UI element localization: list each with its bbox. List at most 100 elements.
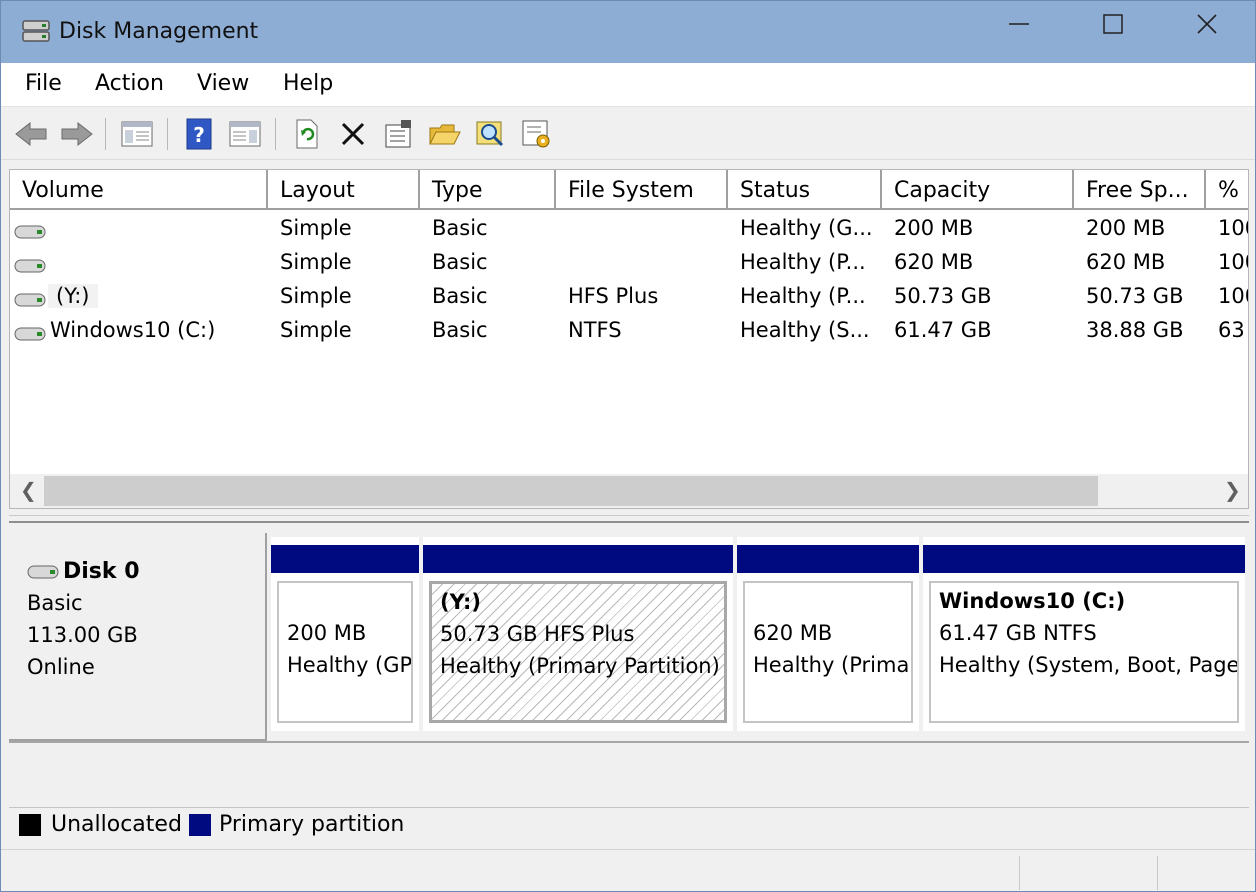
volume-icon: [14, 323, 46, 347]
horizontal-scrollbar[interactable]: ❮ ❯: [10, 474, 1248, 508]
open-icon: [429, 124, 461, 145]
show-action-pane-icon: [229, 121, 261, 147]
settings-button[interactable]: [519, 116, 555, 152]
legend: Unallocated Primary partition: [9, 807, 1249, 843]
menu-view[interactable]: View: [191, 71, 255, 96]
column-header-percent-free[interactable]: % F: [1206, 170, 1248, 210]
cell-type: Basic: [432, 284, 488, 308]
partition-body: 200 MB Healthy (GPT Protective Partition…: [277, 581, 413, 723]
explore-button[interactable]: [473, 116, 509, 152]
cell-status: Healthy (S...: [740, 318, 870, 342]
cell-free-space: 38.88 GB: [1086, 318, 1184, 342]
column-header-status[interactable]: Status: [728, 170, 882, 210]
cell-percent-free: 100: [1218, 216, 1248, 240]
menu-file[interactable]: File: [19, 71, 68, 96]
column-header-type[interactable]: Type: [420, 170, 556, 210]
back-icon: [15, 121, 47, 147]
title-bar: Disk Management: [1, 1, 1255, 63]
cell-status: Healthy (P...: [740, 250, 866, 274]
disk-name: Disk 0: [63, 559, 140, 584]
partition-size: 200 MB: [287, 621, 367, 645]
cell-file-system: HFS Plus: [568, 284, 659, 308]
column-header-free-space[interactable]: Free Sp...: [1074, 170, 1206, 210]
cell-type: Basic: [432, 318, 488, 342]
column-header-capacity[interactable]: Capacity: [882, 170, 1074, 210]
toolbar-separator: [105, 118, 106, 150]
table-row[interactable]: Simple Basic Healthy (G... 200 MB 200 MB…: [10, 212, 1248, 246]
forward-icon: [61, 121, 93, 147]
delete-button[interactable]: [335, 116, 371, 152]
partition-size: 50.73 GB HFS Plus: [440, 622, 635, 646]
partition-type-bar: [923, 545, 1245, 573]
cell-layout: Simple: [280, 318, 352, 342]
cell-free-space: 620 MB: [1086, 250, 1166, 274]
scrollbar-thumb[interactable]: [44, 476, 1098, 506]
svg-text:?: ?: [193, 123, 205, 147]
cell-type: Basic: [432, 216, 488, 240]
partition-block[interactable]: 200 MB Healthy (GPT Protective Partition…: [271, 537, 423, 731]
disk-row-divider: [9, 741, 1249, 743]
status-bar: [1, 849, 1255, 891]
show-hide-console-tree-icon: [121, 121, 153, 147]
column-header-volume[interactable]: Volume: [10, 170, 268, 210]
column-header-file-system[interactable]: File System: [556, 170, 728, 210]
partition-status: Healthy (Primary Partition): [440, 654, 720, 678]
volume-list: Volume Layout Type File System Status Ca…: [9, 169, 1249, 509]
cell-capacity: 200 MB: [894, 216, 974, 240]
cell-status: Healthy (P...: [740, 284, 866, 308]
maximize-button[interactable]: [1067, 1, 1159, 47]
partition-title: (Y:): [440, 590, 481, 614]
toolbar-separator: [275, 118, 276, 150]
partition-size: 620 MB: [753, 621, 833, 645]
disk-management-window: Disk Management File Action View Help ?: [0, 0, 1256, 892]
status-bar-separator: [1157, 856, 1158, 890]
menu-bar: File Action View Help: [1, 63, 1255, 107]
explore-icon: [476, 121, 504, 147]
show-hide-console-tree-button[interactable]: [119, 116, 155, 152]
partition-status: Healthy (System, Boot, Page File): [939, 653, 1239, 677]
properties-button[interactable]: [381, 116, 417, 152]
scroll-right-icon[interactable]: ❯: [1224, 478, 1241, 502]
cell-capacity: 50.73 GB: [894, 284, 992, 308]
forward-button[interactable]: [59, 116, 95, 152]
scroll-left-icon[interactable]: ❮: [20, 478, 37, 502]
toolbar-separator: [167, 118, 168, 150]
partition-status: Healthy (Primary Partition): [753, 653, 911, 677]
column-header-layout[interactable]: Layout: [268, 170, 420, 210]
partition-status: Healthy (GPT Protective Partition): [287, 653, 413, 677]
refresh-button[interactable]: [289, 116, 325, 152]
disk-info-panel[interactable]: Disk 0 Basic 113.00 GB Online: [9, 533, 267, 741]
volume-icon: [14, 255, 46, 279]
legend-swatch-primary-partition: [189, 814, 211, 836]
partition-block[interactable]: Windows10 (C:) 61.47 GB NTFS Healthy (Sy…: [923, 537, 1245, 731]
table-row[interactable]: (Y:) Simple Basic HFS Plus Healthy (P...…: [10, 280, 1248, 314]
refresh-icon: [296, 119, 318, 149]
toolbar: ?: [1, 108, 1255, 160]
pane-splitter[interactable]: [9, 515, 1249, 523]
cell-percent-free: 63: [1218, 318, 1245, 342]
cell-percent-free: 100: [1218, 250, 1248, 274]
help-button[interactable]: ?: [181, 116, 217, 152]
table-row[interactable]: Simple Basic Healthy (P... 620 MB 620 MB…: [10, 246, 1248, 280]
window-title: Disk Management: [59, 19, 259, 44]
menu-help[interactable]: Help: [277, 71, 339, 96]
cell-percent-free: 100: [1218, 284, 1248, 308]
partition-block[interactable]: (Y:) 50.73 GB HFS Plus Healthy (Primary …: [423, 537, 737, 731]
partition-body: Windows10 (C:) 61.47 GB NTFS Healthy (Sy…: [929, 581, 1239, 723]
partition-block[interactable]: 620 MB Healthy (Primary Partition): [737, 537, 923, 731]
cell-volume: (Y:): [48, 284, 98, 308]
open-button[interactable]: [427, 116, 463, 152]
cell-volume: Windows10 (C:): [50, 318, 216, 342]
back-button[interactable]: [13, 116, 49, 152]
legend-label-unallocated: Unallocated: [51, 812, 182, 837]
help-icon: ?: [186, 118, 212, 150]
show-action-pane-button[interactable]: [227, 116, 263, 152]
menu-action[interactable]: Action: [89, 71, 170, 96]
table-row[interactable]: Windows10 (C:) Simple Basic NTFS Healthy…: [10, 314, 1248, 348]
graphical-disk-view: Disk 0 Basic 113.00 GB Online 200 MB Hea…: [9, 525, 1249, 843]
close-button[interactable]: [1161, 1, 1253, 47]
cell-capacity: 620 MB: [894, 250, 974, 274]
minimize-button[interactable]: [973, 1, 1065, 47]
disk-state: Online: [27, 655, 95, 679]
partition-title: Windows10 (C:): [939, 589, 1126, 613]
